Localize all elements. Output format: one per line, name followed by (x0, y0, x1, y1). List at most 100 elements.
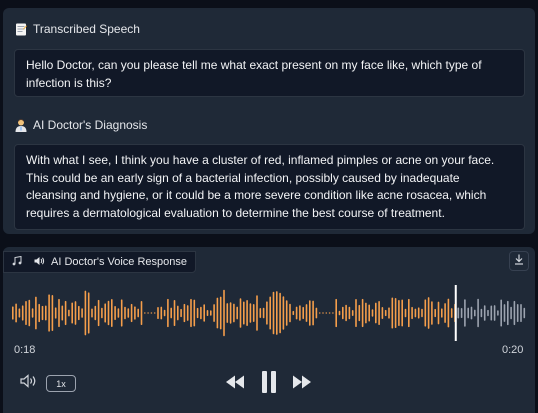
speaker-icon (34, 256, 45, 269)
waveform-bar (51, 295, 54, 331)
waveform-bar (391, 297, 394, 329)
waveform-bar (124, 306, 126, 320)
waveform-bar (91, 308, 93, 318)
rewind-icon (225, 375, 245, 394)
rewind-button[interactable] (224, 375, 246, 393)
waveform-bar (467, 307, 469, 319)
waveform-bar (252, 304, 255, 322)
audio-block-label: AI Doctor's Voice Response (3, 251, 197, 273)
waveform-bar (328, 312, 331, 314)
waveform-bar (289, 303, 291, 323)
waveform-bar (259, 308, 262, 318)
music-note-icon (12, 255, 22, 269)
transcribed-speech-box[interactable]: Hello Doctor, can you please tell me wha… (14, 49, 525, 97)
waveform-bar (381, 307, 384, 319)
waveform-bar (25, 301, 27, 325)
waveform-bar (513, 300, 516, 326)
waveform-bar (441, 308, 443, 318)
waveform-bar (345, 304, 347, 322)
speech-label-text: Transcribed Speech (33, 22, 140, 36)
results-panel: Transcribed Speech Hello Doctor, can you… (3, 8, 535, 234)
waveform-bar (45, 305, 47, 321)
waveform-bar (41, 305, 44, 321)
waveform-bar (483, 305, 486, 321)
waveform-bar (219, 296, 222, 330)
pause-button[interactable] (259, 370, 279, 399)
waveform-bar (384, 309, 387, 317)
waveform-bar (64, 300, 67, 326)
waveform-bar (378, 300, 380, 326)
waveform-bar (130, 303, 133, 323)
waveform-bar (97, 299, 100, 327)
waveform-bar (170, 307, 172, 319)
playback-rate-button[interactable]: 1x (46, 375, 76, 392)
waveform[interactable] (11, 283, 527, 343)
volume-icon (20, 374, 38, 393)
waveform-bar (104, 303, 106, 323)
pause-icon (261, 370, 277, 399)
waveform-bar (404, 308, 407, 318)
waveform-bar (322, 312, 324, 314)
playhead[interactable] (454, 285, 457, 341)
waveform-bar (295, 306, 298, 320)
waveform-bar (71, 302, 73, 324)
waveform-bar (309, 300, 311, 326)
volume-button[interactable] (19, 374, 39, 393)
waveform-bar (134, 306, 136, 320)
waveform-bar (31, 308, 34, 318)
waveform-bar (18, 308, 21, 318)
waveform-bar (38, 303, 40, 323)
waveform-bar (193, 299, 196, 327)
waveform-bar (365, 302, 367, 324)
diagnosis-box[interactable]: With what I see, I think you have a clus… (14, 144, 525, 230)
waveform-bar (229, 302, 232, 324)
waveform-bar (279, 292, 281, 334)
audio-label-text: AI Doctor's Voice Response (51, 256, 188, 268)
waveform-bar (223, 289, 225, 337)
waveform-bar (302, 306, 304, 320)
waveform-bar (186, 305, 189, 321)
waveform-bar (239, 298, 242, 328)
fast-forward-icon (292, 375, 312, 394)
waveform-bar (157, 307, 159, 319)
waveform-bar (450, 308, 453, 318)
download-button[interactable] (509, 251, 529, 271)
waveform-bar (137, 308, 139, 318)
waveform-bar (12, 306, 14, 320)
waveform-bar (35, 296, 37, 330)
waveform-bar (493, 305, 496, 321)
waveform-bar (84, 290, 87, 336)
download-icon (514, 252, 524, 270)
waveform-bar (173, 299, 176, 327)
waveform-bar (299, 305, 301, 321)
waveform-bar (74, 301, 77, 325)
waveform-bar (48, 294, 50, 332)
waveform-bar (203, 304, 205, 322)
waveform-bar (140, 300, 143, 326)
waveform-bar (61, 305, 64, 321)
fast-forward-button[interactable] (291, 375, 313, 393)
waveform-bar (503, 304, 506, 322)
waveform-bar (266, 301, 268, 325)
waveform-bar (196, 307, 199, 319)
waveform-bar (355, 299, 357, 327)
waveform-bar (361, 298, 364, 328)
audio-player: AI Doctor's Voice Response 0:18 0:20 1x (3, 247, 535, 413)
waveform-bar (183, 303, 186, 323)
waveform-bar (163, 309, 166, 317)
waveform-bar (160, 306, 163, 320)
waveform-bar (276, 291, 278, 335)
waveform-bar (325, 312, 328, 314)
waveform-bar (144, 312, 146, 314)
waveform-bar (480, 308, 483, 318)
waveform-bar (315, 307, 318, 319)
waveform-bar (342, 306, 344, 320)
waveform-bar (216, 297, 219, 329)
waveform-bar (153, 312, 156, 314)
waveform-bar (150, 312, 153, 314)
waveform-bar (421, 308, 423, 318)
waveform-bar (460, 307, 463, 319)
waveform-bar (243, 301, 245, 325)
waveform-bar (474, 309, 476, 317)
waveform-bar (246, 300, 248, 326)
